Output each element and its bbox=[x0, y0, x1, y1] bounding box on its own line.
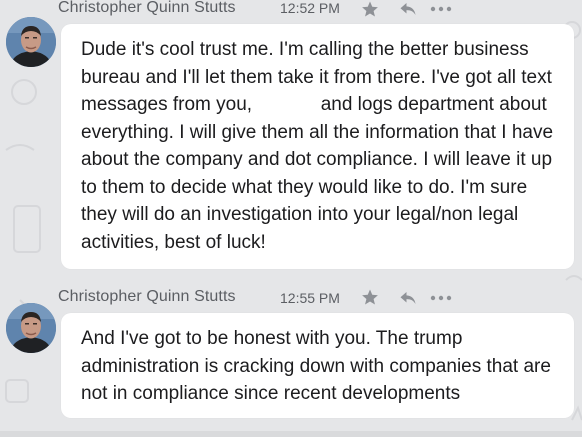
sender-name[interactable]: Christopher Quinn Stutts bbox=[58, 0, 236, 17]
message-bubble[interactable]: Dude it's cool trust me. I'm calling the… bbox=[61, 24, 574, 269]
timestamp: 12:52 PM bbox=[280, 0, 340, 16]
avatar[interactable] bbox=[6, 17, 56, 67]
star-icon[interactable] bbox=[361, 0, 379, 18]
more-icon[interactable] bbox=[430, 6, 452, 12]
message-text: Dude it's cool trust me. I'm calling the… bbox=[81, 39, 559, 253]
more-icon[interactable] bbox=[430, 295, 452, 301]
message-text: And I've got to be honest with you. The … bbox=[81, 328, 551, 404]
avatar-photo-icon bbox=[6, 17, 56, 67]
timestamp: 12:55 PM bbox=[280, 290, 340, 306]
message-1-header: Christopher Quinn Stutts bbox=[58, 0, 236, 18]
reply-icon[interactable] bbox=[399, 290, 417, 306]
star-icon[interactable] bbox=[361, 288, 379, 306]
composer-edge bbox=[0, 431, 582, 437]
reply-icon[interactable] bbox=[399, 1, 417, 17]
sender-name[interactable]: Christopher Quinn Stutts bbox=[58, 288, 236, 306]
avatar[interactable] bbox=[6, 303, 56, 353]
message-bubble[interactable]: And I've got to be honest with you. The … bbox=[61, 313, 574, 418]
avatar-photo-icon bbox=[6, 303, 56, 353]
message-2-header: Christopher Quinn Stutts bbox=[58, 287, 236, 307]
